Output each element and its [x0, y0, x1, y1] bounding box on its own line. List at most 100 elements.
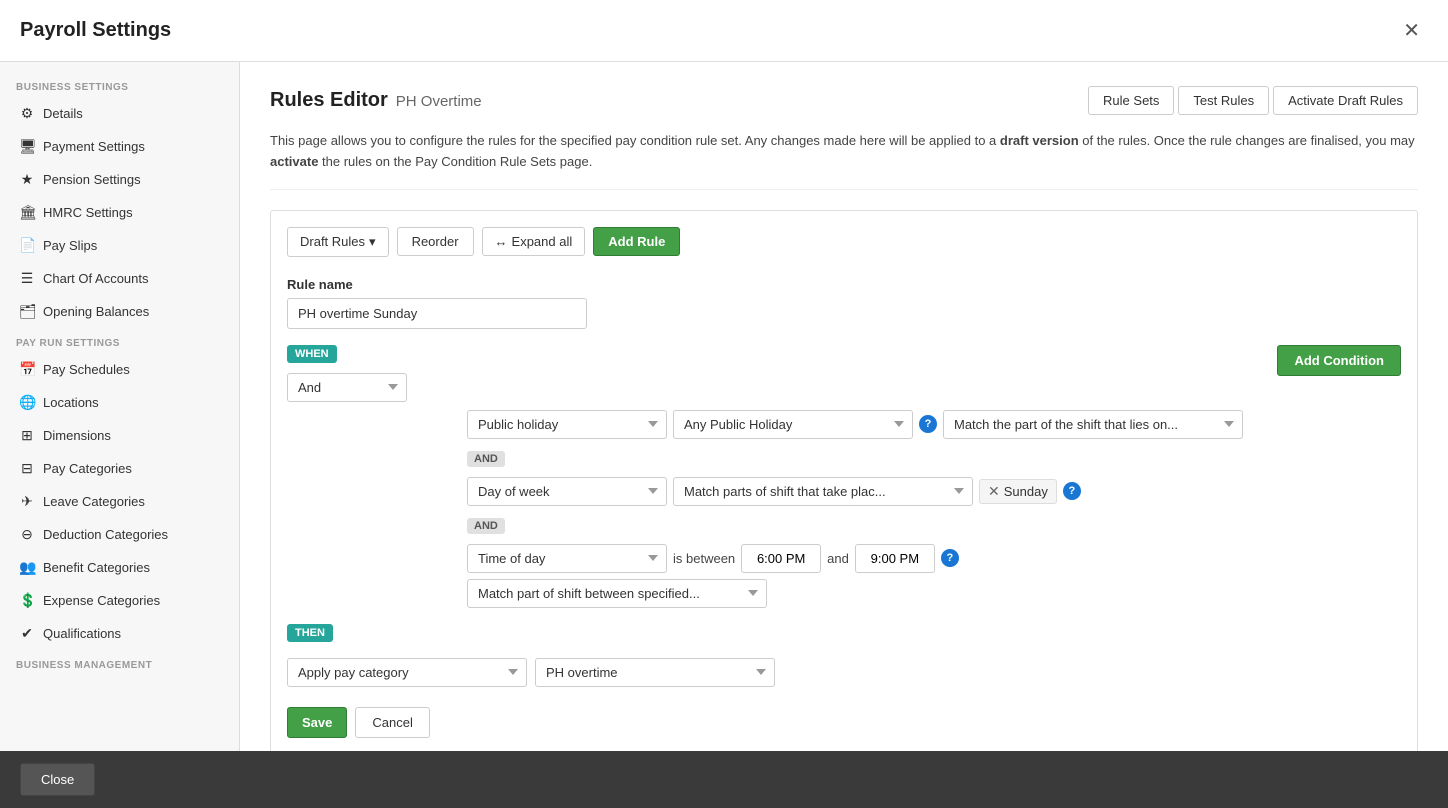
info-text-3: the rules on the Pay Condition Rule Sets… — [318, 154, 592, 169]
sidebar-item-label: Qualifications — [43, 626, 121, 641]
sidebar-section-business-mgmt: BUSINESS MANAGEMENT — [0, 650, 239, 675]
payment-icon: 🖥 — [19, 138, 35, 155]
modal-body: BUSINESS SETTINGS ⚙ Details 🖥 Payment Se… — [0, 62, 1448, 751]
qual-icon: ✔ — [19, 625, 35, 642]
rules-panel: Draft Rules ▾ Reorder ↔ Expand all Add R… — [270, 210, 1418, 751]
conditions-indent: Public holiday Any Public Holiday ? Matc… — [287, 410, 1401, 608]
pension-icon: ★ — [19, 171, 35, 188]
sidebar-item-benefit-categories[interactable]: 👥 Benefit Categories — [0, 551, 239, 584]
activate-draft-rules-button[interactable]: Activate Draft Rules — [1273, 86, 1418, 115]
cancel-button[interactable]: Cancel — [355, 707, 429, 738]
and-connector-select[interactable]: And — [287, 373, 407, 402]
benefit-icon: 👥 — [19, 559, 35, 576]
sidebar: BUSINESS SETTINGS ⚙ Details 🖥 Payment Se… — [0, 62, 240, 751]
tag-remove-icon[interactable]: ✕ — [988, 484, 1000, 498]
leave-icon: ✈ — [19, 493, 35, 510]
modal-close-button[interactable]: ✕ — [1395, 14, 1428, 47]
rule-name-input[interactable] — [287, 298, 587, 329]
condition3-help-icon[interactable]: ? — [941, 549, 959, 567]
condition-row-1: Public holiday Any Public Holiday ? Matc… — [467, 410, 1401, 439]
then-row: Apply pay category PH overtime — [287, 658, 1401, 687]
and-label: and — [827, 551, 849, 566]
between-label: is between — [673, 551, 735, 566]
sidebar-item-label: Benefit Categories — [43, 560, 150, 575]
page-title-area: Rules Editor PH Overtime — [270, 89, 482, 112]
sidebar-item-label: HMRC Settings — [43, 205, 133, 220]
sunday-tag: ✕ Sunday — [979, 479, 1057, 504]
modal-footer: Close — [0, 751, 1448, 808]
sidebar-item-chart-of-accounts[interactable]: ☰ Chart Of Accounts — [0, 262, 239, 295]
draft-rules-button[interactable]: Draft Rules ▾ — [287, 227, 389, 257]
rule-sets-button[interactable]: Rule Sets — [1088, 86, 1174, 115]
time-from-input[interactable] — [741, 544, 821, 573]
condition2-help-icon[interactable]: ? — [1063, 482, 1081, 500]
sidebar-item-hmrc-settings[interactable]: 🏛 HMRC Settings — [0, 196, 239, 229]
draft-rules-label: Draft Rules — [300, 234, 365, 249]
expense-icon: 💲 — [19, 592, 35, 609]
sidebar-item-locations[interactable]: 🌐 Locations — [0, 386, 239, 419]
add-condition-button[interactable]: Add Condition — [1277, 345, 1401, 376]
condition-row-2: Day of week Match parts of shift that ta… — [467, 477, 1401, 506]
condition-row-3: Time of day is between and ? — [467, 544, 1401, 573]
sidebar-item-expense-categories[interactable]: 💲 Expense Categories — [0, 584, 239, 617]
and-badge-1: AND — [467, 451, 505, 467]
and-badge-2: AND — [467, 518, 505, 534]
save-button[interactable]: Save — [287, 707, 347, 738]
gear-icon: ⚙ — [19, 105, 35, 122]
action-buttons: Save Cancel — [287, 707, 1401, 738]
condition3-type-select[interactable]: Time of day — [467, 544, 667, 573]
sidebar-item-details[interactable]: ⚙ Details — [0, 97, 239, 130]
info-bold-1: draft version — [1000, 133, 1079, 148]
condition1-help-icon[interactable]: ? — [919, 415, 937, 433]
apply-pay-category-select[interactable]: Apply pay category — [287, 658, 527, 687]
sidebar-item-deduction-categories[interactable]: ⊖ Deduction Categories — [0, 518, 239, 551]
sidebar-item-pension-settings[interactable]: ★ Pension Settings — [0, 163, 239, 196]
sidebar-item-pay-categories[interactable]: ⊟ Pay Categories — [0, 452, 239, 485]
sidebar-item-label: Pay Categories — [43, 461, 132, 476]
sidebar-item-label: Pay Slips — [43, 238, 97, 253]
condition1-match-select[interactable]: Match the part of the shift that lies on… — [943, 410, 1243, 439]
and-section-2: AND — [467, 512, 1401, 540]
test-rules-button[interactable]: Test Rules — [1178, 86, 1269, 115]
condition3-match-select[interactable]: Match part of shift between specified... — [467, 579, 767, 608]
condition1-value-select[interactable]: Any Public Holiday — [673, 410, 913, 439]
reorder-button[interactable]: Reorder — [397, 227, 474, 256]
condition1-type-select[interactable]: Public holiday — [467, 410, 667, 439]
footer-close-button[interactable]: Close — [20, 763, 95, 796]
sidebar-item-label: Details — [43, 106, 83, 121]
expand-label: Expand all — [512, 234, 573, 249]
sidebar-item-qualifications[interactable]: ✔ Qualifications — [0, 617, 239, 650]
condition2-type-select[interactable]: Day of week — [467, 477, 667, 506]
tag-label: Sunday — [1004, 484, 1048, 499]
sidebar-item-payment-settings[interactable]: 🖥 Payment Settings — [0, 130, 239, 163]
page-subtitle: PH Overtime — [396, 93, 482, 110]
ph-overtime-select[interactable]: PH overtime — [535, 658, 775, 687]
sidebar-item-label: Expense Categories — [43, 593, 160, 608]
sidebar-item-label: Pay Schedules — [43, 362, 130, 377]
condition2-value-select[interactable]: Match parts of shift that take plac... — [673, 477, 973, 506]
sidebar-item-dimensions[interactable]: ⊞ Dimensions — [0, 419, 239, 452]
sidebar-item-leave-categories[interactable]: ✈ Leave Categories — [0, 485, 239, 518]
paycats-icon: ⊟ — [19, 460, 35, 477]
expand-icon: ↔ — [495, 234, 508, 249]
header-buttons: Rule Sets Test Rules Activate Draft Rule… — [1088, 86, 1418, 115]
info-text: This page allows you to configure the ru… — [270, 131, 1418, 190]
info-bold-2: activate — [270, 154, 318, 169]
rules-toolbar: Draft Rules ▾ Reorder ↔ Expand all Add R… — [287, 227, 1401, 257]
expand-all-button[interactable]: ↔ Expand all — [482, 227, 586, 256]
sidebar-item-label: Opening Balances — [43, 304, 149, 319]
and-connector-row: And — [287, 373, 1401, 402]
time-to-input[interactable] — [855, 544, 935, 573]
sidebar-item-pay-schedules[interactable]: 📅 Pay Schedules — [0, 353, 239, 386]
chart-icon: ☰ — [19, 270, 35, 287]
add-rule-button[interactable]: Add Rule — [593, 227, 680, 256]
sidebar-item-label: Leave Categories — [43, 494, 145, 509]
sidebar-item-opening-balances[interactable]: 🗂 Opening Balances — [0, 295, 239, 328]
modal-header: Payroll Settings ✕ — [0, 0, 1448, 62]
sidebar-item-pay-slips[interactable]: 📄 Pay Slips — [0, 229, 239, 262]
when-section: WHEN Add Condition And Public holiday — [287, 345, 1401, 608]
location-icon: 🌐 — [19, 394, 35, 411]
page-title: Rules Editor — [270, 89, 388, 112]
condition-row-3-match: Match part of shift between specified... — [467, 579, 1401, 608]
then-badge: THEN — [287, 624, 333, 642]
